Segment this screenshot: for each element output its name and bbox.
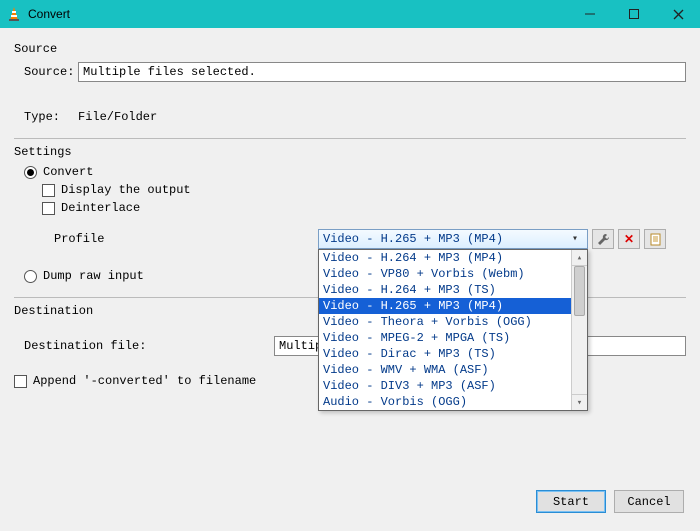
type-label: Type:: [24, 110, 78, 124]
cancel-button[interactable]: Cancel: [614, 490, 684, 513]
new-profile-icon: [649, 233, 662, 246]
window-title: Convert: [28, 7, 70, 21]
profile-option[interactable]: Video - MPEG-2 + MPGA (TS): [319, 330, 571, 346]
scroll-thumb[interactable]: [574, 266, 585, 316]
deinterlace-checkbox[interactable]: [42, 202, 55, 215]
maximize-button[interactable]: [612, 0, 656, 28]
destination-file-label: Destination file:: [24, 339, 274, 353]
dropdown-scrollbar[interactable]: ▴ ▾: [571, 250, 587, 410]
settings-section-label: Settings: [14, 145, 686, 159]
profile-option[interactable]: Video - Theora + Vorbis (OGG): [319, 314, 571, 330]
profile-dropdown[interactable]: Video - H.264 + MP3 (MP4) Video - VP80 +…: [318, 249, 588, 411]
convert-radio[interactable]: [24, 166, 37, 179]
convert-radio-label: Convert: [43, 165, 93, 179]
profile-selected-value: Video - H.265 + MP3 (MP4): [323, 232, 503, 246]
profile-combobox[interactable]: Video - H.265 + MP3 (MP4) ▾ Video - H.26…: [318, 229, 588, 249]
scroll-down-icon[interactable]: ▾: [572, 394, 587, 410]
source-input[interactable]: [78, 62, 686, 82]
append-converted-label: Append '-converted' to filename: [33, 374, 256, 388]
dump-raw-radio[interactable]: [24, 270, 37, 283]
append-converted-checkbox[interactable]: [14, 375, 27, 388]
close-button[interactable]: [656, 0, 700, 28]
source-label: Source:: [24, 65, 78, 79]
divider: [14, 138, 686, 139]
source-section-label: Source: [14, 42, 686, 56]
profile-option[interactable]: Video - DIV3 + MP3 (ASF): [319, 378, 571, 394]
profile-option[interactable]: Video - WMV + WMA (ASF): [319, 362, 571, 378]
vlc-icon: [6, 6, 22, 22]
profile-option[interactable]: Video - H.264 + MP3 (TS): [319, 282, 571, 298]
deinterlace-label: Deinterlace: [61, 201, 140, 215]
profile-option[interactable]: Video - Dirac + MP3 (TS): [319, 346, 571, 362]
profile-option[interactable]: Audio - Vorbis (OGG): [319, 394, 571, 410]
chevron-down-icon: ▾: [567, 233, 583, 245]
window-titlebar: Convert: [0, 0, 700, 28]
minimize-button[interactable]: [568, 0, 612, 28]
type-value: File/Folder: [78, 110, 157, 124]
delete-icon: ✕: [624, 232, 634, 246]
display-output-checkbox[interactable]: [42, 184, 55, 197]
wrench-icon: [597, 233, 610, 246]
scroll-up-icon[interactable]: ▴: [572, 250, 587, 266]
profile-option[interactable]: Video - H.264 + MP3 (MP4): [319, 250, 571, 266]
delete-profile-button[interactable]: ✕: [618, 229, 640, 249]
profile-option-selected[interactable]: Video - H.265 + MP3 (MP4): [319, 298, 571, 314]
profile-label: Profile: [54, 232, 314, 246]
dump-raw-label: Dump raw input: [43, 269, 144, 283]
new-profile-button[interactable]: [644, 229, 666, 249]
profile-option[interactable]: Video - VP80 + Vorbis (Webm): [319, 266, 571, 282]
display-output-label: Display the output: [61, 183, 191, 197]
start-button[interactable]: Start: [536, 490, 606, 513]
edit-profile-button[interactable]: [592, 229, 614, 249]
